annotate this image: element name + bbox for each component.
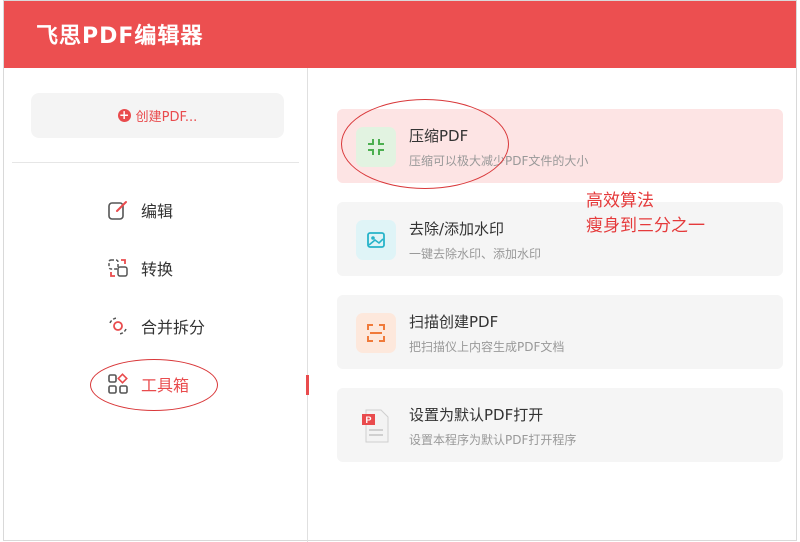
create-pdf-button[interactable]: + 创建PDF... <box>31 93 284 138</box>
tool-title: 扫描创建PDF <box>409 313 499 331</box>
tool-card-watermark[interactable]: 去除/添加水印 一键去除水印、添加水印 <box>337 202 783 276</box>
annotation-text: 高效算法 瘦身到三分之一 <box>586 189 705 239</box>
title-bar: 飞思PDF编辑器 <box>4 1 796 68</box>
sidebar-item-label: 编辑 <box>141 202 174 221</box>
merge-split-icon <box>109 317 127 335</box>
sidebar-item-label: 转换 <box>141 260 174 279</box>
sidebar-item-label: 合并拆分 <box>141 318 206 337</box>
scan-icon <box>356 313 396 353</box>
sidebar-item-convert[interactable]: 转换 <box>107 255 173 281</box>
tool-card-default-pdf[interactable]: P 设置为默认PDF打开 设置本程序为默认PDF打开程序 <box>337 388 783 462</box>
annotation-line: 瘦身到三分之一 <box>586 216 705 236</box>
tool-card-scan[interactable]: 扫描创建PDF 把扫描仪上内容生成PDF文档 <box>337 295 783 369</box>
tool-description: 设置本程序为默认PDF打开程序 <box>409 433 577 447</box>
annotation-circle-compress <box>341 99 509 189</box>
app-title: 飞思PDF编辑器 <box>36 24 204 49</box>
panel-divider <box>307 68 308 542</box>
convert-icon <box>108 259 128 277</box>
plus-circle-icon: + <box>117 108 131 122</box>
sidebar: + 创建PDF... 编辑 转换 合并拆分 工具箱 <box>4 68 307 540</box>
annotation-circle-toolbox <box>90 359 218 411</box>
sidebar-item-merge-split[interactable]: 合并拆分 <box>107 313 205 339</box>
create-pdf-label: 创建PDF... <box>135 110 198 125</box>
edit-icon <box>108 201 127 220</box>
tool-title: 去除/添加水印 <box>409 220 505 238</box>
sidebar-divider <box>12 162 299 163</box>
annotation-line: 高效算法 <box>586 191 654 211</box>
svg-text:P: P <box>365 415 371 425</box>
sidebar-item-edit[interactable]: 编辑 <box>107 197 173 223</box>
watermark-icon <box>356 220 396 260</box>
tool-title: 设置为默认PDF打开 <box>409 406 544 424</box>
active-indicator <box>306 375 309 395</box>
tool-description: 一键去除水印、添加水印 <box>409 247 542 261</box>
pdf-file-icon: P <box>356 406 396 446</box>
tool-description: 把扫描仪上内容生成PDF文档 <box>409 340 565 354</box>
app-window: 飞思PDF编辑器 + 创建PDF... 编辑 转换 合并拆分 工具箱 压缩PDF… <box>3 0 797 542</box>
